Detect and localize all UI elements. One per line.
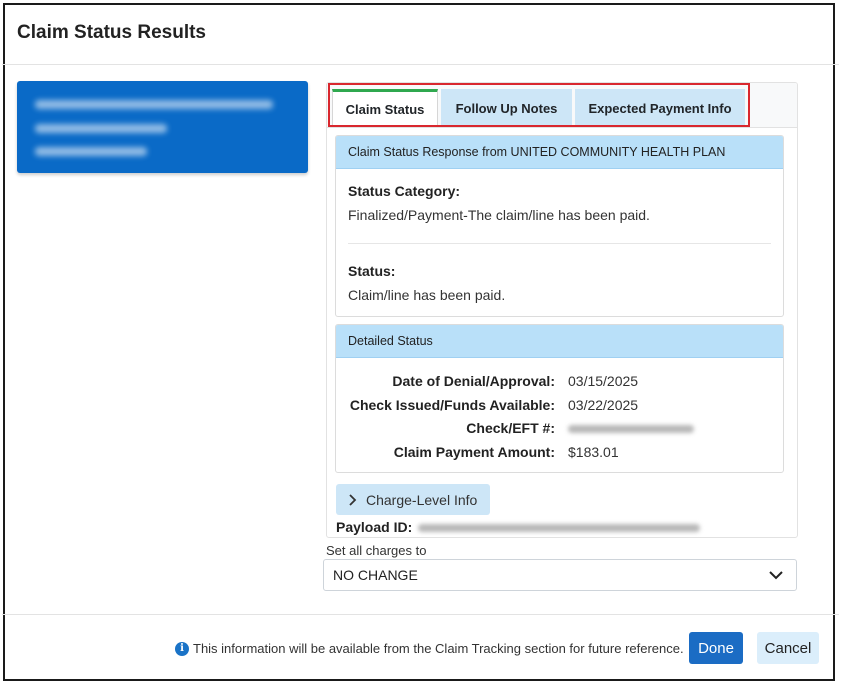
detail-label: Claim Payment Amount:: [393, 444, 555, 460]
redacted-line: [35, 100, 273, 109]
redacted-line: [35, 124, 167, 133]
detail-value: 03/15/2025: [568, 373, 639, 389]
detailed-status-header: Detailed Status: [336, 325, 783, 358]
status-value: Claim/line has been paid.: [348, 287, 506, 303]
tab-follow-up-notes[interactable]: Follow Up Notes: [441, 89, 572, 127]
charge-level-info-button[interactable]: Charge-Level Info: [336, 484, 490, 515]
detail-row: Check Issued/Funds Available: 03/22/2025: [336, 397, 783, 419]
claim-panel: Claim Status Follow Up Notes Expected Pa…: [326, 82, 798, 538]
chevron-right-icon: [349, 493, 357, 506]
detailed-status-card: Detailed Status Date of Denial/Approval:…: [335, 324, 784, 473]
done-button[interactable]: Done: [689, 632, 743, 664]
detail-value: $183.01: [568, 444, 619, 460]
selected-value: NO CHANGE: [333, 567, 418, 583]
status-category-label: Status Category:: [348, 183, 461, 199]
redacted-line: [35, 147, 147, 156]
tab-label: Follow Up Notes: [455, 100, 558, 116]
check-eft-redacted: [568, 420, 694, 436]
patient-card[interactable]: [17, 81, 308, 173]
cancel-button[interactable]: Cancel: [757, 632, 819, 664]
detail-label: Check Issued/Funds Available:: [349, 397, 555, 413]
footer-divider: [2, 614, 839, 615]
set-charges-label: Set all charges to: [326, 543, 427, 558]
detail-row: Check/EFT #:: [336, 420, 783, 442]
response-header: Claim Status Response from UNITED COMMUN…: [336, 136, 783, 169]
status-label: Status:: [348, 263, 396, 279]
chevron-down-icon: [769, 571, 783, 580]
info-icon: i: [175, 641, 189, 656]
footer-info-text: This information will be available from …: [193, 641, 684, 656]
set-charges-select[interactable]: NO CHANGE: [323, 559, 797, 591]
footer-info: i This information will be available fro…: [175, 641, 684, 656]
detail-label: Date of Denial/Approval:: [392, 373, 555, 389]
card-divider: [348, 243, 771, 244]
tab-label: Claim Status: [345, 102, 425, 117]
tab-expected-payment-info[interactable]: Expected Payment Info: [575, 89, 745, 127]
tab-claim-status[interactable]: Claim Status: [332, 89, 438, 127]
tab-bar: Claim Status Follow Up Notes Expected Pa…: [327, 83, 797, 128]
dialog-title: Claim Status Results: [17, 22, 206, 43]
status-category-value: Finalized/Payment-The claim/line has bee…: [348, 207, 650, 223]
detail-row: Claim Payment Amount: $183.01: [336, 444, 783, 466]
payload-id-redacted: [418, 524, 701, 533]
payload-id-label: Payload ID:: [336, 519, 413, 535]
payload-id-row: Payload ID:: [336, 519, 701, 535]
detail-value: 03/22/2025: [568, 397, 639, 413]
claim-status-response-card: Claim Status Response from UNITED COMMUN…: [335, 135, 784, 317]
detail-label: Check/EFT #:: [466, 420, 555, 436]
detail-row: Date of Denial/Approval: 03/15/2025: [336, 373, 783, 395]
title-divider: [2, 64, 839, 65]
charge-level-label: Charge-Level Info: [366, 491, 478, 508]
tab-label: Expected Payment Info: [588, 100, 732, 116]
